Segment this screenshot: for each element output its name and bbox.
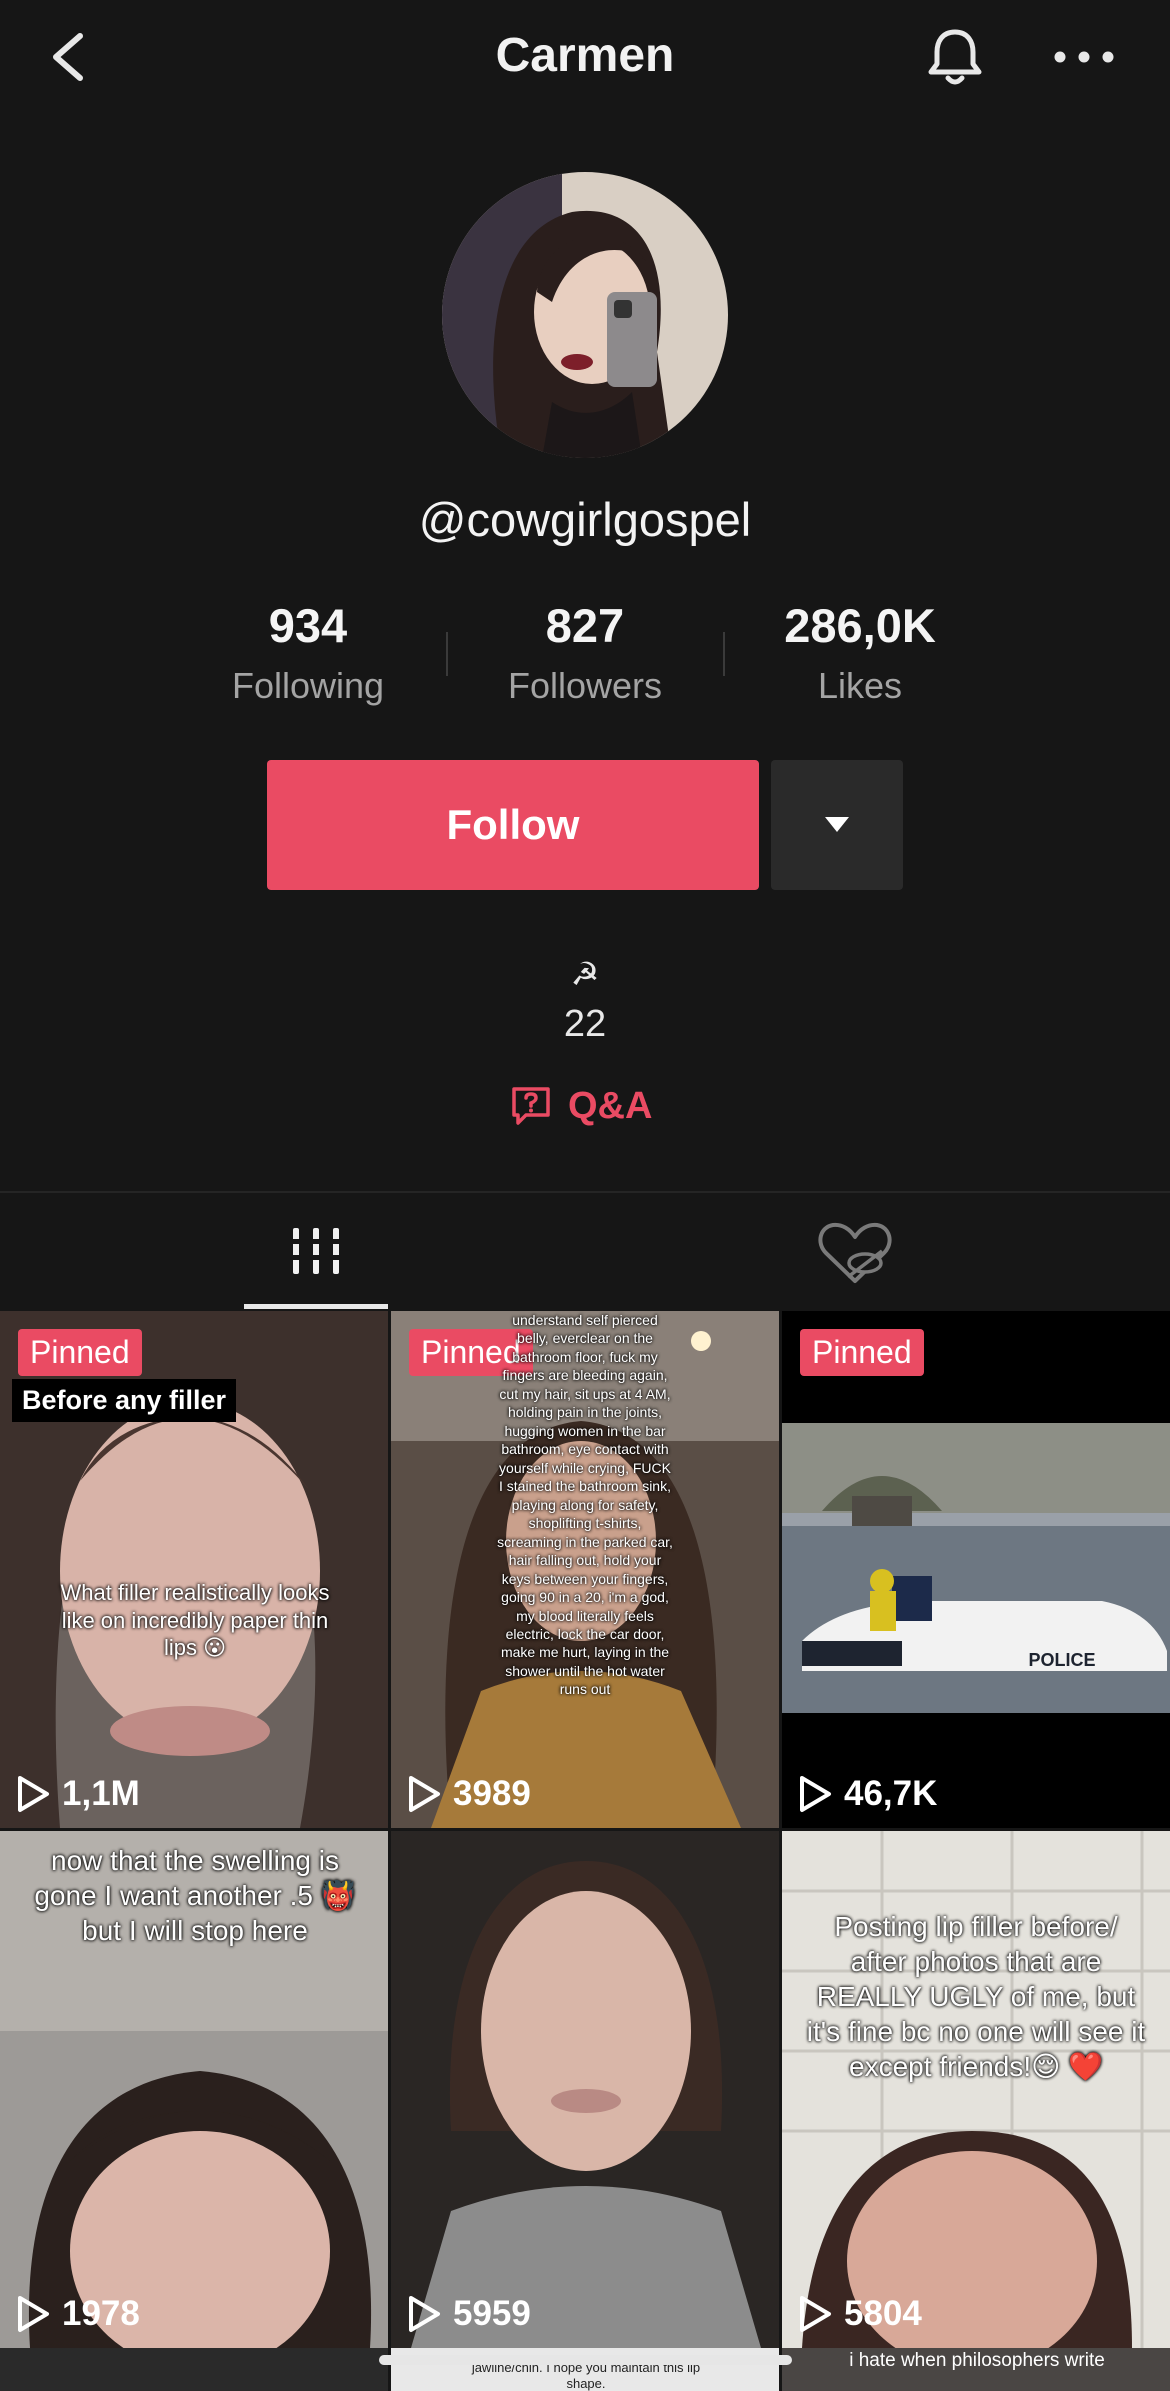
view-count: 46,7K bbox=[798, 1774, 937, 1814]
view-count-value: 5959 bbox=[453, 2294, 531, 2333]
stat-label: Following bbox=[231, 665, 385, 706]
video-caption: i hate when philosophers write bbox=[849, 2350, 1105, 2371]
bio-emoji: ☭ bbox=[570, 956, 600, 992]
video-thumbnail-peek[interactable]: i hate when philosophers write bbox=[782, 2348, 1170, 2391]
stat-label: Likes bbox=[817, 665, 903, 706]
follow-button[interactable]: Follow bbox=[267, 760, 759, 890]
view-count-value: 46,7K bbox=[844, 1774, 938, 1813]
video-thumbnail[interactable]: now that the swelling is gone I want ano… bbox=[0, 1831, 388, 2348]
video-sticker: Before any filler bbox=[12, 1379, 237, 1422]
video-thumbnail[interactable]: Pinned understand self pierced belly, ev… bbox=[391, 1311, 779, 1828]
video-caption: now that the swelling is gone I want ano… bbox=[34, 1845, 356, 1946]
tab-liked[interactable] bbox=[660, 1193, 1050, 1309]
home-indicator bbox=[379, 2355, 792, 2365]
view-count-value: 5804 bbox=[844, 2294, 922, 2333]
play-icon bbox=[409, 1776, 440, 1812]
suggested-accounts-button[interactable] bbox=[771, 760, 903, 890]
view-count-value: 3989 bbox=[453, 1774, 531, 1813]
video-thumbnail[interactable]: Posting lip filler before/ after photos … bbox=[782, 1831, 1170, 2348]
play-icon bbox=[800, 1776, 831, 1812]
video-thumbnail-peek[interactable] bbox=[0, 2348, 388, 2391]
view-count-value: 1978 bbox=[62, 2294, 140, 2333]
view-count-value: 1,1M bbox=[62, 1774, 140, 1813]
liked-hidden-icon bbox=[818, 1222, 892, 1283]
video-thumbnail[interactable]: 5959 bbox=[391, 1831, 779, 2348]
view-count: 3989 bbox=[407, 1774, 531, 1814]
pinned-badge: Pinned bbox=[800, 1329, 924, 1376]
stat-value: 286,0K bbox=[784, 599, 936, 652]
video-caption: Posting lip filler before/ after photos … bbox=[806, 1911, 1146, 2082]
video-caption: POLICE bbox=[1028, 1650, 1096, 1670]
bell-icon[interactable] bbox=[920, 22, 990, 92]
more-icon[interactable] bbox=[1050, 22, 1120, 92]
play-icon bbox=[800, 2296, 831, 2332]
tab-videos[interactable] bbox=[244, 1193, 388, 1309]
video-thumbnail[interactable]: Pinned POLICE 46,7K bbox=[782, 1311, 1170, 1828]
stat-label: Followers bbox=[507, 665, 663, 706]
qa-link[interactable]: Q&A bbox=[510, 1078, 652, 1134]
view-count: 1978 bbox=[16, 2294, 140, 2334]
caret-down-icon bbox=[825, 817, 849, 832]
question-bubble-icon bbox=[512, 1087, 550, 1125]
qa-label: Q&A bbox=[568, 1084, 653, 1127]
view-count: 5804 bbox=[798, 2294, 922, 2334]
pinned-badge: Pinned bbox=[18, 1329, 142, 1376]
page-title: Carmen bbox=[495, 29, 675, 82]
active-tab-indicator bbox=[244, 1304, 388, 1309]
play-icon bbox=[18, 1776, 49, 1812]
view-count: 1,1M bbox=[16, 1774, 140, 1814]
play-icon bbox=[18, 2296, 49, 2332]
avatar[interactable] bbox=[442, 172, 728, 458]
video-caption: understand self pierced belly, everclear… bbox=[497, 1312, 673, 1698]
video-caption: What filler realistically looks like on … bbox=[60, 1580, 330, 1660]
bio-text: 22 bbox=[563, 1003, 607, 1045]
stat-value: 827 bbox=[545, 599, 625, 652]
play-icon bbox=[409, 2296, 440, 2332]
stat-followers[interactable]: 827 Followers bbox=[445, 598, 725, 707]
grid-icon bbox=[288, 1228, 344, 1274]
stat-value: 934 bbox=[268, 599, 348, 652]
stat-following[interactable]: 934 Following bbox=[168, 598, 448, 707]
stat-likes: 286,0K Likes bbox=[720, 598, 1000, 707]
top-bar: Carmen bbox=[0, 0, 1170, 115]
view-count: 5959 bbox=[407, 2294, 531, 2334]
profile-handle: @cowgirlgospel bbox=[418, 493, 752, 546]
video-thumbnail[interactable]: Pinned Before any filler What filler rea… bbox=[0, 1311, 388, 1828]
